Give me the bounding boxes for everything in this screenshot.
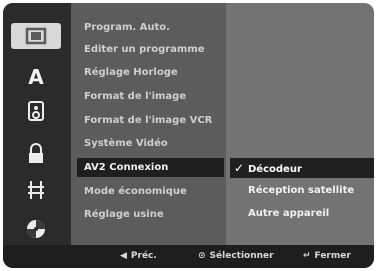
left-arrow-icon: ◀ xyxy=(120,251,127,261)
film-icon xyxy=(25,27,47,45)
menu-item-factory-reset[interactable]: Réglage usine xyxy=(77,205,224,224)
menu-item-clock-setting[interactable]: Réglage Horloge xyxy=(77,63,224,82)
option-other-device[interactable]: Autre appareil xyxy=(230,204,374,224)
menu-item-edit-program[interactable]: Editer un programme xyxy=(77,40,224,59)
options-panel: ✓ Décodeur Réception satellite Autre appa… xyxy=(226,3,374,245)
menu-item-eco-mode[interactable]: Mode économique xyxy=(77,182,224,201)
disc-icon xyxy=(27,220,45,238)
menu-item-program-auto[interactable]: Program. Auto. xyxy=(77,18,224,37)
option-label: Décodeur xyxy=(248,164,302,175)
option-label: Autre appareil xyxy=(248,208,330,219)
category-recording[interactable] xyxy=(11,177,61,203)
close-hint[interactable]: ↵ Fermer xyxy=(303,245,351,268)
return-icon: ↵ xyxy=(303,251,311,261)
prev-label: Préc. xyxy=(130,251,157,261)
category-general[interactable] xyxy=(11,23,61,49)
select-hint[interactable]: ⊙ Sélectionner xyxy=(198,245,274,268)
h-frame-icon xyxy=(28,181,44,199)
category-lock[interactable] xyxy=(11,141,61,167)
setup-menu-screen: A Program. Auto. Editer un programme Rég… xyxy=(3,3,374,268)
enter-button-icon: ⊙ xyxy=(198,251,206,261)
lock-icon xyxy=(29,143,43,163)
select-label: Sélectionner xyxy=(209,251,274,261)
menu-item-video-system[interactable]: Système Vidéo xyxy=(77,134,224,153)
close-label: Fermer xyxy=(314,251,351,261)
category-sidebar: A xyxy=(3,3,71,245)
option-decoder[interactable]: ✓ Décodeur xyxy=(230,158,374,178)
menu-item-image-format[interactable]: Format de l'image xyxy=(77,87,224,106)
footer-hint-bar: ◀ Préc. ⊙ Sélectionner ↵ Fermer xyxy=(3,245,374,268)
prev-hint[interactable]: ◀ Préc. xyxy=(120,245,157,268)
menu-item-image-format-vcr[interactable]: Format de l'image VCR xyxy=(77,111,224,130)
category-audio[interactable] xyxy=(11,98,61,124)
category-disc[interactable] xyxy=(11,216,61,242)
settings-menu: Program. Auto. Editer un programme Régla… xyxy=(71,3,226,245)
option-label: Réception satellite xyxy=(248,185,355,196)
option-satellite[interactable]: Réception satellite xyxy=(230,181,374,201)
checkmark-icon: ✓ xyxy=(234,161,245,175)
menu-item-av2-connection[interactable]: AV2 Connexion xyxy=(77,158,224,177)
speaker-icon xyxy=(28,101,44,121)
category-language[interactable]: A xyxy=(11,64,61,90)
letter-a-icon: A xyxy=(28,65,44,89)
